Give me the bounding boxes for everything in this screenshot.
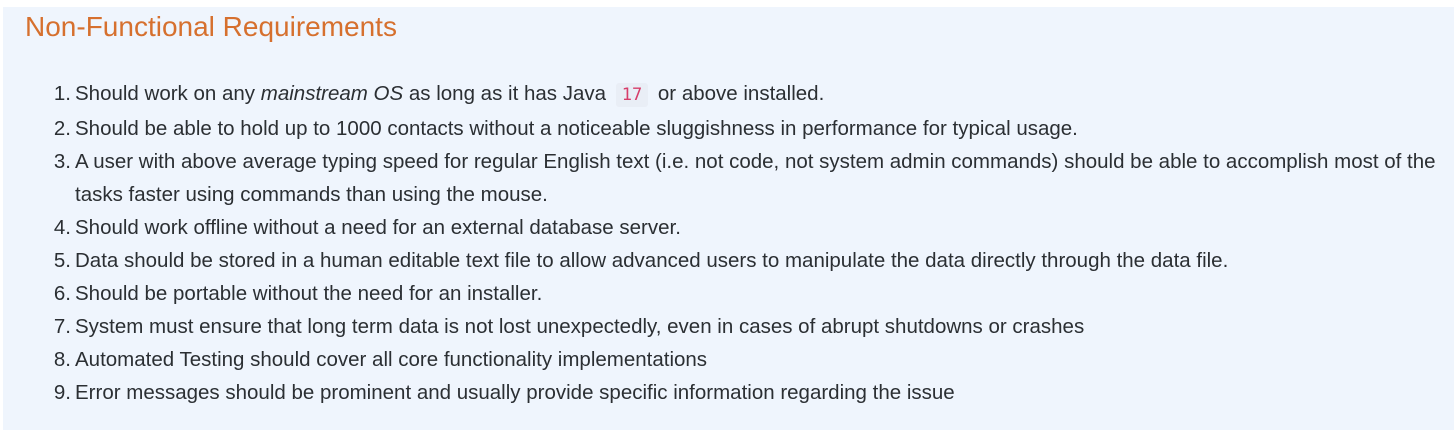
list-text: Error messages should be prominent and u… — [75, 381, 955, 404]
requirements-panel: Non-Functional Requirements 1. Should wo… — [3, 7, 1454, 430]
list-number: 5. — [53, 249, 71, 272]
list-number: 6. — [53, 282, 71, 305]
list-text: Should be portable without the need for … — [75, 282, 543, 305]
list-item-7: 7. System must ensure that long term dat… — [54, 310, 1445, 343]
list-text: or above installed. — [652, 82, 825, 105]
list-item-2: 2. Should be able to hold up to 1000 con… — [54, 112, 1445, 145]
list-number: 1. — [53, 82, 71, 105]
list-number: 8. — [53, 348, 71, 371]
list-text: Should work offline without a need for a… — [75, 216, 681, 239]
requirements-list: 1. Should work on any mainstream OS as l… — [54, 77, 1445, 409]
list-text: as long as it has Java — [403, 82, 612, 105]
list-number: 7. — [53, 315, 71, 338]
list-item-5: 5. Data should be stored in a human edit… — [54, 244, 1445, 277]
inline-code: 17 — [615, 83, 649, 107]
list-item-3: 3. A user with above average typing spee… — [54, 145, 1445, 211]
list-text: Should be able to hold up to 1000 contac… — [75, 117, 1078, 140]
list-item-8: 8. Automated Testing should cover all co… — [54, 343, 1445, 376]
list-item-9: 9. Error messages should be prominent an… — [54, 376, 1445, 409]
list-number: 2. — [53, 117, 71, 140]
list-number: 4. — [53, 216, 71, 239]
list-item-6: 6. Should be portable without the need f… — [54, 277, 1445, 310]
list-item-1: 1. Should work on any mainstream OS as l… — [54, 77, 1445, 112]
list-text: Data should be stored in a human editabl… — [75, 249, 1229, 272]
list-item-4: 4. Should work offline without a need fo… — [54, 211, 1445, 244]
list-number: 9. — [53, 381, 71, 404]
list-text: A user with above average typing speed f… — [75, 150, 1436, 206]
list-text: Automated Testing should cover all core … — [75, 348, 708, 371]
list-number: 3. — [53, 150, 71, 173]
section-heading: Non-Functional Requirements — [25, 11, 397, 42]
emphasis-text: mainstream OS — [260, 82, 404, 105]
list-text: Should work on any — [75, 82, 261, 105]
list-text: System must ensure that long term data i… — [75, 315, 1085, 338]
